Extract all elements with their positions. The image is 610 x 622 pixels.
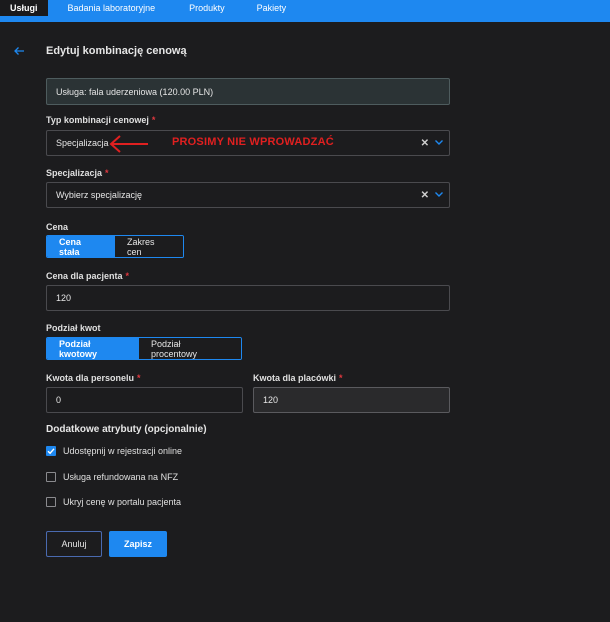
facility-amount-label: Kwota dla placówki * xyxy=(253,373,343,383)
staff-amount-label: Kwota dla personelu * xyxy=(46,373,141,383)
facility-amount-input: 120 xyxy=(253,387,450,413)
patient-price-label: Cena dla pacjenta * xyxy=(46,271,129,281)
patient-price-input[interactable]: 120 xyxy=(46,285,450,311)
specialization-placeholder: Wybierz specjalizację xyxy=(56,190,142,200)
staff-amount-input[interactable]: 0 xyxy=(46,387,243,413)
required-mark: * xyxy=(137,373,141,383)
required-mark: * xyxy=(125,271,130,281)
checkbox-hide-price[interactable]: Ukryj cenę w portalu pacjenta xyxy=(46,497,181,507)
split-label: Podział kwot xyxy=(46,323,101,333)
tab-produkty[interactable]: Produkty xyxy=(179,0,235,16)
top-navigation: Usługi Badania laboratoryjne Produkty Pa… xyxy=(0,0,610,22)
price-type-toggle: Cena stała Zakres cen xyxy=(46,235,184,258)
staff-amount-label-text: Kwota dla personelu xyxy=(46,373,135,383)
split-amount-option[interactable]: Podział kwotowy xyxy=(47,338,139,359)
checkbox-icon[interactable] xyxy=(46,472,56,482)
split-percent-option[interactable]: Podział procentowy xyxy=(139,338,241,359)
tab-badania-laboratoryjne[interactable]: Badania laboratoryjne xyxy=(58,0,166,16)
annotation-arrow-icon xyxy=(109,135,148,153)
page-header: Edytuj kombinację cenową xyxy=(0,38,610,66)
price-combination-type-label: Typ kombinacji cenowej * xyxy=(46,115,155,125)
price-range-option[interactable]: Zakres cen xyxy=(115,236,183,257)
price-combination-type-value: Specjalizacja xyxy=(56,138,109,148)
checkbox-online-registration[interactable]: Udostępnij w rejestracji online xyxy=(46,446,182,456)
facility-amount-value: 120 xyxy=(263,395,279,405)
required-mark: * xyxy=(105,168,109,178)
specialization-label-text: Specjalizacja xyxy=(46,168,103,178)
save-button[interactable]: Zapisz xyxy=(109,531,167,557)
checkbox-nfz-refund[interactable]: Usługa refundowana na NFZ xyxy=(46,472,178,482)
checkbox-hide-price-label: Ukryj cenę w portalu pacjenta xyxy=(63,497,182,507)
specialization-select[interactable]: Wybierz specjalizację ✕ xyxy=(46,182,450,208)
clear-icon[interactable]: ✕ xyxy=(421,138,429,149)
clear-icon[interactable]: ✕ xyxy=(421,190,429,201)
price-combination-type-label-text: Typ kombinacji cenowej xyxy=(46,115,149,125)
checkbox-online-registration-label: Udostępnij w rejestracji online xyxy=(63,446,183,456)
patient-price-value: 120 xyxy=(56,293,72,303)
chevron-down-icon[interactable] xyxy=(434,137,444,150)
service-info-box: Usługa: fala uderzeniowa (120.00 PLN) xyxy=(46,78,450,105)
page-title: Edytuj kombinację cenową xyxy=(46,45,187,57)
checkbox-icon[interactable] xyxy=(46,497,56,507)
staff-amount-value: 0 xyxy=(56,395,62,405)
checkbox-checked-icon[interactable] xyxy=(46,446,56,456)
patient-price-label-text: Cena dla pacjenta xyxy=(46,271,123,281)
required-mark: * xyxy=(151,115,156,125)
service-info-text: Usługa: fala uderzeniowa (120.00 PLN) xyxy=(56,86,214,97)
cancel-button[interactable]: Anuluj xyxy=(46,531,102,557)
price-fixed-option[interactable]: Cena stała xyxy=(47,236,115,257)
annotation-text: PROSIMY NIE WPROWADZAĆ xyxy=(172,136,334,148)
facility-amount-label-text: Kwota dla placówki xyxy=(253,373,337,383)
arrow-left-icon[interactable] xyxy=(13,45,25,59)
tab-pakiety[interactable]: Pakiety xyxy=(247,0,297,16)
extra-attributes-title: Dodatkowe atrybuty (opcjonalnie) xyxy=(46,424,207,435)
required-mark: * xyxy=(339,373,343,383)
chevron-down-icon[interactable] xyxy=(434,189,444,202)
split-type-toggle: Podział kwotowy Podział procentowy xyxy=(46,337,242,360)
specialization-label: Specjalizacja * xyxy=(46,168,109,178)
price-label: Cena xyxy=(46,222,69,232)
tab-uslugi[interactable]: Usługi xyxy=(0,0,48,16)
checkbox-nfz-refund-label: Usługa refundowana na NFZ xyxy=(63,472,179,482)
